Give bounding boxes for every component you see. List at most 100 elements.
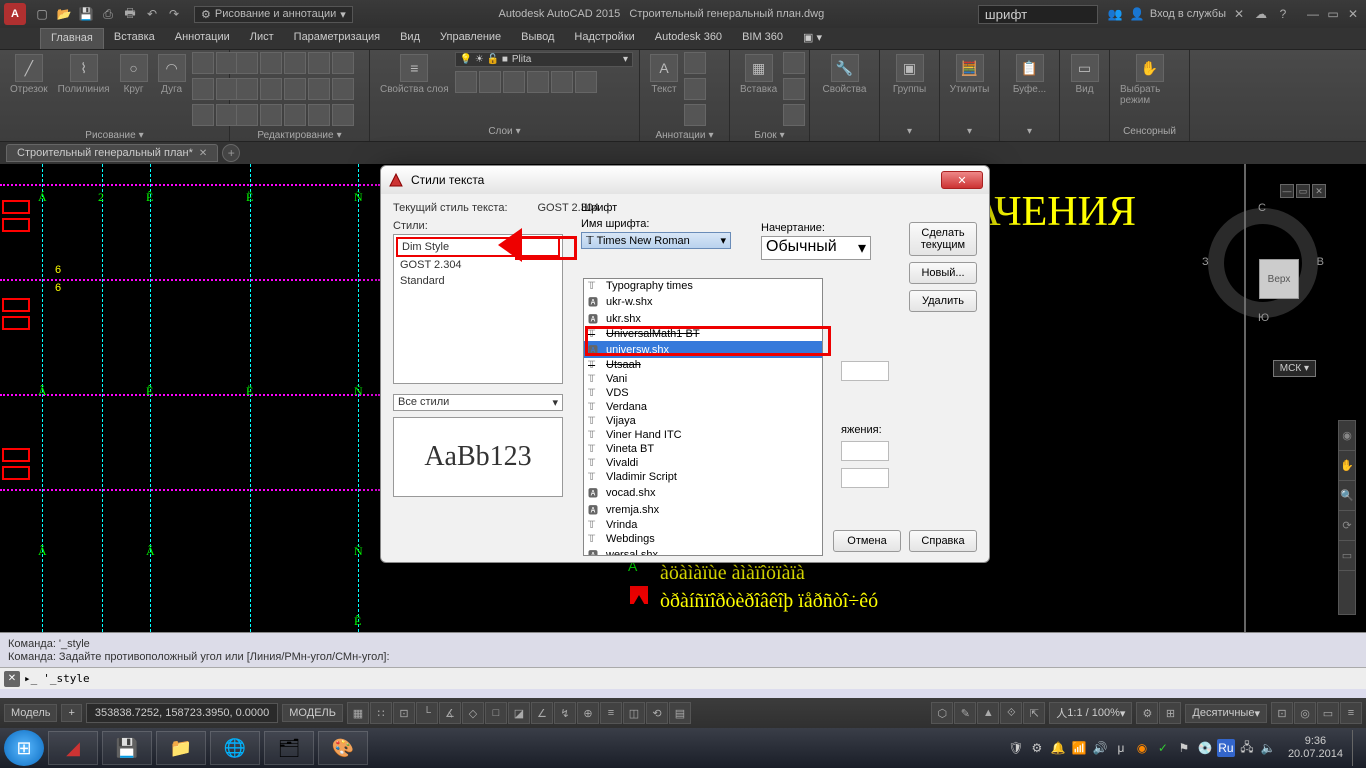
infocenter-icon[interactable]: 👥 [1106, 5, 1124, 23]
help-icon[interactable]: ? [1274, 5, 1292, 23]
plot-icon[interactable]: 🖶 [120, 4, 140, 24]
command-close-icon[interactable]: ✕ [4, 671, 20, 687]
tray-3[interactable]: 🔔 [1049, 739, 1067, 757]
viewcube-west[interactable]: З [1202, 256, 1209, 268]
tray-7[interactable]: ◉ [1133, 739, 1151, 757]
ws-switch-icon[interactable]: ⚙ [1136, 702, 1158, 724]
ly-3[interactable] [503, 71, 525, 93]
wcs-dropdown[interactable]: МСК ▾ [1273, 360, 1316, 377]
edit-15[interactable] [332, 104, 354, 126]
edit-11[interactable] [236, 104, 258, 126]
height-field[interactable] [841, 361, 889, 381]
polyline-button[interactable]: ⌇Полилиния [54, 52, 114, 97]
font-option[interactable]: 🅰ukr.shx [584, 310, 822, 327]
font-option[interactable]: 𝕋Verdana [584, 400, 822, 414]
file-tab-active[interactable]: Строительный генеральный план*✕ [6, 144, 218, 162]
edit-3[interactable] [284, 52, 306, 74]
font-style-dropdown[interactable]: Обычный▾ [761, 236, 871, 260]
font-option[interactable]: 𝕋VDS [584, 386, 822, 400]
dialog-close-button[interactable]: ✕ [941, 171, 983, 189]
font-option[interactable]: 𝕋Vrinda [584, 518, 822, 532]
font-option[interactable]: 𝕋Typography times [584, 279, 822, 293]
start-button[interactable]: ⊞ [4, 730, 44, 766]
groups-button[interactable]: ▣Группы [886, 52, 933, 97]
edit-14[interactable] [308, 104, 330, 126]
file-tab-close-icon[interactable]: ✕ [199, 148, 207, 159]
nav-wheel-icon[interactable]: ◉ [1339, 421, 1355, 451]
polar-toggle[interactable]: ∡ [439, 702, 461, 724]
doc-max-icon[interactable]: ▭ [1296, 184, 1310, 198]
open-icon[interactable]: 📂 [54, 4, 74, 24]
an-3[interactable] [684, 104, 706, 126]
tab-insert[interactable]: Вставка [104, 28, 165, 49]
signin-label[interactable]: Вход в службы [1150, 8, 1226, 20]
minimize-icon[interactable]: — [1304, 5, 1322, 23]
task-explorer[interactable]: 📁 [156, 731, 206, 765]
units-dropdown[interactable]: Десятичные ▾ [1185, 704, 1267, 723]
font-option[interactable]: 𝕋Vijaya [584, 414, 822, 428]
viewcube-east[interactable]: В [1317, 256, 1324, 268]
tab-addins[interactable]: Надстройки [564, 28, 644, 49]
help-search-input[interactable] [978, 5, 1098, 24]
model-tab[interactable]: Модель [4, 704, 57, 722]
cycle-toggle[interactable]: ⟲ [646, 702, 668, 724]
edit-1[interactable] [236, 52, 258, 74]
workspace-dropdown[interactable]: ⚙ Рисование и аннотации ▾ [194, 6, 353, 23]
bl-1[interactable] [783, 52, 805, 74]
viewcube[interactable]: Верх С Ю В З [1208, 208, 1318, 318]
new-icon[interactable]: ▢ [32, 4, 52, 24]
grid-toggle[interactable]: ▦ [347, 702, 369, 724]
tray-9[interactable]: ⚑ [1175, 739, 1193, 757]
isolate-icon[interactable]: ◎ [1294, 702, 1316, 724]
edit-9[interactable] [308, 78, 330, 100]
tray-lang[interactable]: Ru [1217, 739, 1235, 757]
tray-2[interactable]: ⚙ [1028, 739, 1046, 757]
layer-dropdown[interactable]: 💡 ☀ 🔓 ■ Plita▾ [455, 52, 633, 67]
exchange-icon[interactable]: ✕ [1230, 5, 1248, 23]
ducs-toggle[interactable]: ↯ [554, 702, 576, 724]
an-1[interactable] [684, 52, 706, 74]
font-option[interactable]: 🅰ukr-w.shx [584, 293, 822, 310]
customize-icon[interactable]: ≡ [1340, 702, 1362, 724]
close-icon[interactable]: ✕ [1344, 5, 1362, 23]
draw-small-1[interactable] [192, 52, 214, 74]
font-option[interactable]: 𝕋Vladimir Script [584, 470, 822, 484]
font-option[interactable]: 𝕋Viner Hand ITC [584, 428, 822, 442]
task-chrome[interactable]: 🌐 [210, 731, 260, 765]
help-button[interactable]: Справка [909, 530, 977, 552]
an-2[interactable] [684, 78, 706, 100]
ly-4[interactable] [527, 71, 549, 93]
status-icon-a[interactable]: ⬡ [931, 702, 953, 724]
text-button[interactable]: AТекст [646, 52, 682, 97]
font-option[interactable]: 𝕋Vivaldi [584, 456, 822, 470]
nav-pan-icon[interactable]: ✋ [1339, 451, 1355, 481]
tray-4[interactable]: 📶 [1070, 739, 1088, 757]
font-option[interactable]: 🅰wersal.shx [584, 546, 822, 556]
ly-1[interactable] [455, 71, 477, 93]
viewcube-south[interactable]: Ю [1258, 312, 1269, 324]
lock-ui-icon[interactable]: ⊞ [1159, 702, 1181, 724]
arc-button[interactable]: ◠Дуга [154, 52, 190, 97]
edit-7[interactable] [260, 78, 282, 100]
line-button[interactable]: ╱Отрезок [6, 52, 52, 97]
draw-small-5[interactable] [192, 104, 214, 126]
3dosnap-toggle[interactable]: ◪ [508, 702, 530, 724]
viewcube-top[interactable]: Верх [1259, 259, 1299, 299]
nav-zoom-icon[interactable]: 🔍 [1339, 481, 1355, 511]
layer-props-button[interactable]: ≡Свойства слоя [376, 52, 453, 97]
saveas-icon[interactable]: ⎙ [98, 4, 118, 24]
style-filter-dropdown[interactable]: Все стили▾ [393, 394, 563, 411]
hw-accel-icon[interactable]: ⊡ [1271, 702, 1293, 724]
font-option[interactable]: 𝕋Vani [584, 372, 822, 386]
nav-orbit-icon[interactable]: ⟳ [1339, 511, 1355, 541]
tab-sheet[interactable]: Лист [240, 28, 284, 49]
iso-toggle[interactable]: ◇ [462, 702, 484, 724]
doc-min-icon[interactable]: — [1280, 184, 1294, 198]
oblique-field[interactable] [841, 468, 889, 488]
edit-12[interactable] [260, 104, 282, 126]
file-tab-add[interactable]: + [222, 144, 240, 162]
tab-home[interactable]: Главная [40, 28, 104, 49]
app-logo[interactable]: A [4, 3, 26, 25]
command-history[interactable]: Команда: '_style Команда: Задайте против… [0, 633, 1366, 667]
tab-parametric[interactable]: Параметризация [284, 28, 390, 49]
